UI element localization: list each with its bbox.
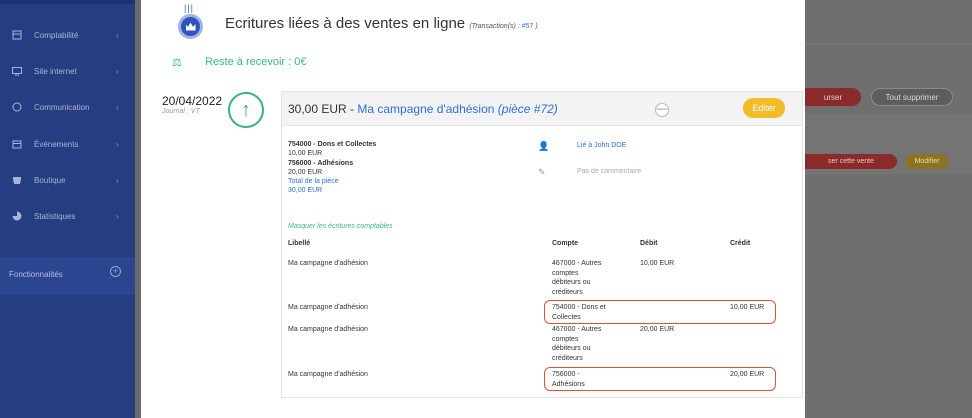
row-label: Ma campagne d'adhésion — [288, 326, 368, 333]
account-text: créditeurs — [552, 288, 583, 296]
modal-title-text: Ecritures liées à des ventes en ligne — [225, 15, 466, 32]
hide-entries-link[interactable]: Masquer les écritures comptables — [288, 223, 393, 230]
row-label: Ma campagne d'adhésion — [288, 260, 368, 267]
account-text: comptes — [552, 269, 579, 277]
linked-user-link[interactable]: Lié à John DOE — [577, 142, 626, 149]
modal-title: Ecritures liées à des ventes en ligne (T… — [225, 15, 538, 32]
chevron-right-icon: › — [116, 30, 119, 40]
col-header-debit: Débit — [640, 240, 658, 247]
sidebar-item-statistiques[interactable]: Statistiques › — [0, 206, 135, 226]
sidebar-item-label: Comptabilité — [34, 30, 79, 40]
transaction-prefix: (Transaction(s) : — [469, 23, 522, 30]
background-partial-button: urser — [805, 88, 861, 106]
account-text: 467000 - Autres — [552, 260, 602, 267]
entry-card-header: 30,00 EUR - Ma campagne d'adhésion (pièc… — [282, 92, 802, 126]
col-header-credit: Crédit — [730, 240, 751, 247]
sidebar-item-communication[interactable]: Communication › — [0, 97, 135, 117]
edit-comment-icon[interactable]: ✎ — [538, 167, 546, 178]
campaign-link[interactable]: Ma campagne d'adhésion — [357, 102, 494, 116]
account-line: 754000 - Dons et Collectes — [288, 141, 377, 148]
sidebar-item-label: Statistiques — [34, 211, 76, 221]
chevron-right-icon: › — [116, 175, 119, 185]
sidebar-item-label: Site internet — [34, 66, 77, 76]
col-header-label: Libellé — [288, 240, 311, 247]
collapse-button[interactable]: — — [655, 103, 669, 117]
account-text: débiteurs ou — [552, 279, 591, 286]
user-icon: 👤 — [538, 141, 550, 151]
entry-date: 20/04/2022 — [162, 94, 223, 108]
add-feature-icon[interactable]: + — [110, 266, 121, 277]
account-text: créditeurs — [552, 354, 583, 362]
title-decoration: ||| — [184, 3, 195, 13]
transaction-ref: (Transaction(s) : #57 ) — [469, 23, 537, 30]
communication-icon — [12, 102, 22, 112]
total-label: Total de la pièce — [288, 178, 339, 186]
entry-card: 30,00 EUR - Ma campagne d'adhésion (pièc… — [281, 91, 803, 398]
row-debit: 20,00 EUR — [640, 326, 675, 333]
journal-label: Journal : VT — [162, 108, 200, 115]
sidebar-item-label: Boutique — [34, 175, 66, 185]
account-line: 756000 - Adhésions — [288, 159, 354, 167]
scale-icon: ⚖ — [172, 57, 182, 69]
background-modify-button: Modifier — [905, 154, 949, 169]
edit-button[interactable]: Editer — [743, 98, 785, 118]
chevron-right-icon: › — [116, 102, 119, 112]
account-text: comptes — [552, 335, 579, 343]
account-text: débiteurs ou — [552, 345, 591, 352]
row-account: 467000 - Autres comptes débiteurs ou cré… — [552, 259, 601, 297]
chevron-right-icon: › — [116, 211, 119, 221]
page-background-right — [805, 0, 972, 418]
col-header-account: Compte — [552, 240, 579, 247]
shop-icon — [12, 175, 22, 185]
sidebar-item-boutique[interactable]: Boutique › — [0, 170, 135, 190]
sidebar-top-edge — [0, 0, 135, 4]
sidebar-item-evenements[interactable]: Événements › — [0, 134, 135, 154]
sidebar-item-label: Communication — [34, 102, 90, 112]
entries-modal: ||| Ecritures liées à des ventes en lign… — [141, 0, 805, 418]
chevron-right-icon: › — [116, 66, 119, 76]
background-partial-sale-button: ser cette vente — [805, 154, 897, 169]
remaining-amount: Reste à recevoir : 0€ — [205, 56, 307, 68]
account-amount: 20,00 EUR — [288, 168, 323, 176]
entry-amount-value: 30,00 EUR - — [288, 102, 358, 116]
row-debit: 10,00 EUR — [640, 260, 675, 267]
total-amount: 30,00 EUR — [288, 187, 323, 195]
stats-icon — [12, 211, 22, 221]
account-text: 467000 - Autres — [552, 326, 602, 333]
background-delete-all-button: Tout supprimer — [871, 88, 953, 106]
sidebar-features-label: Fonctionnalités — [9, 270, 63, 279]
crown-icon — [178, 14, 203, 39]
calendar-icon — [12, 139, 22, 149]
page-background-divider — [805, 44, 972, 45]
accounts-summary: 754000 - Dons et Collectes 10,00 EUR 756… — [288, 140, 376, 196]
transaction-link[interactable]: #57 — [522, 23, 534, 30]
entry-amount: 30,00 EUR - Ma campagne d'adhésion (pièc… — [288, 102, 558, 116]
sidebar-item-label: Événements — [34, 139, 79, 149]
website-icon — [12, 66, 22, 76]
sidebar-item-site-internet[interactable]: Site internet › — [0, 61, 135, 81]
highlight-box — [544, 300, 776, 324]
piece-link[interactable]: (pièce #72) — [494, 102, 558, 116]
highlight-box — [544, 367, 776, 391]
row-label: Ma campagne d'adhésion — [288, 371, 368, 378]
chevron-right-icon: › — [116, 139, 119, 149]
comment-text: Pas de commentaire — [577, 168, 642, 175]
sidebar-item-comptabilite[interactable]: Comptabilité › — [0, 25, 135, 45]
transaction-suffix: ) — [533, 23, 538, 30]
row-label: Ma campagne d'adhésion — [288, 304, 368, 311]
account-amount: 10,00 EUR — [288, 150, 323, 158]
arrow-up-icon: ↑ — [228, 92, 264, 128]
accounting-icon — [12, 30, 22, 40]
row-account: 467000 - Autres comptes débiteurs ou cré… — [552, 325, 601, 363]
sidebar: Comptabilité › Site internet › Communica… — [0, 0, 135, 418]
